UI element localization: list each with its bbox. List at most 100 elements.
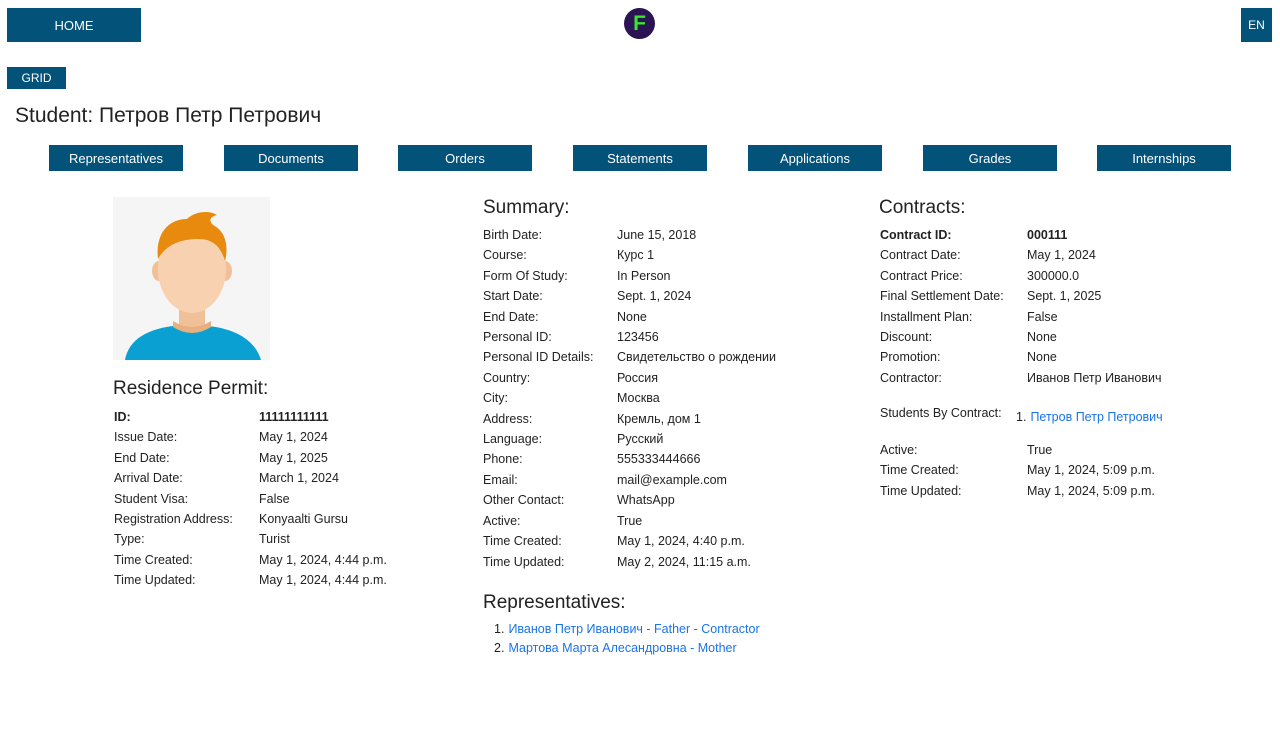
field-value: Turist	[259, 532, 290, 547]
field-label: Time Created:	[114, 552, 193, 567]
contracts-title: Contracts:	[879, 197, 966, 218]
field-label: Time Created:	[483, 534, 562, 549]
home-button[interactable]: HOME	[7, 8, 141, 42]
field-label: Contract Price:	[880, 268, 963, 283]
field-label: Birth Date:	[483, 228, 543, 242]
field-value: May 1, 2024, 4:44 p.m.	[259, 552, 387, 567]
list-number: 1.	[494, 622, 505, 636]
field-value: False	[1027, 309, 1058, 324]
field-value: 300000.0	[1027, 268, 1080, 283]
summary-title: Summary:	[483, 197, 570, 218]
representative-link[interactable]: Иванов Петр Иванович - Father - Contract…	[508, 622, 759, 636]
field-value: Москва	[617, 391, 660, 406]
field-label: Student Visa:	[114, 491, 189, 506]
field-label: Type:	[114, 532, 145, 547]
field-label: Address:	[483, 411, 533, 426]
email-link[interactable]: mail@example.com	[617, 470, 727, 490]
summary-row: Course: Курс 1	[483, 245, 776, 265]
representatives-list: 1. Иванов Петр Иванович - Father - Contra…	[494, 620, 760, 658]
field-value: None	[1027, 330, 1057, 345]
tab-statements[interactable]: Statements	[573, 145, 707, 171]
field-label: Other Contact:	[483, 493, 565, 508]
tab-representatives[interactable]: Representatives	[49, 145, 183, 171]
tab-internships[interactable]: Internships	[1097, 145, 1231, 171]
field-label: Discount:	[880, 330, 933, 345]
field-label: Start Date:	[483, 289, 543, 304]
field-value: May 1, 2024	[1027, 248, 1096, 263]
students-by-contract: Students By Contract: 1. Петров Петр Петр…	[880, 406, 1163, 424]
tab-grades[interactable]: Grades	[923, 145, 1057, 171]
field-label: Active:	[880, 443, 918, 457]
page-title: Student: Петров Петр Петрович	[15, 104, 322, 127]
residence-row: Time Created: May 1, 2024, 4:44 p.m.	[114, 550, 387, 570]
summary-row: Personal ID Details: Свидетельство о рожд…	[483, 347, 776, 367]
tab-documents[interactable]: Documents	[224, 145, 358, 171]
students-by-contract-label: Students By Contract:	[880, 406, 1002, 420]
summary-table: Birth Date: June 15, 2018 Course: Курс 1 F…	[483, 225, 776, 572]
course-link[interactable]: Курс 1	[617, 245, 654, 265]
field-label: Contractor:	[880, 370, 942, 385]
grid-button[interactable]: GRID	[7, 67, 66, 89]
summary-row: Phone: 555333444666	[483, 449, 776, 469]
field-value: Sept. 1, 2024	[617, 289, 692, 304]
field-value: Sept. 1, 2025	[1027, 289, 1102, 304]
field-label: Active:	[483, 513, 521, 528]
representative-link[interactable]: Мартова Марта Алесандровна - Mother	[508, 641, 736, 655]
field-label: Contract Date:	[880, 248, 961, 263]
student-link[interactable]: Петров Петр Петрович	[1030, 410, 1162, 424]
contract-row: Contract Date: May 1, 2024	[880, 245, 1162, 265]
field-label: Arrival Date:	[114, 471, 183, 486]
summary-row: Start Date: Sept. 1, 2024	[483, 286, 776, 306]
contract-row: Final Settlement Date: Sept. 1, 2025	[880, 286, 1162, 306]
contract-row: Discount: None	[880, 327, 1162, 347]
contractor-link[interactable]: Иванов Петр Иванович	[1027, 368, 1162, 388]
contract-row: Time Created: May 1, 2024, 5:09 p.m.	[880, 460, 1155, 480]
summary-row: Form Of Study: In Person	[483, 266, 776, 286]
summary-row: Address: Кремль, дом 1	[483, 409, 776, 429]
summary-row: Other Contact: WhatsApp	[483, 490, 776, 510]
contract-id-label-link[interactable]: Contract ID:	[880, 225, 1027, 245]
summary-row: Time Created: May 1, 2024, 4:40 p.m.	[483, 531, 776, 551]
language-button[interactable]: EN	[1241, 8, 1272, 42]
field-label: Installment Plan:	[880, 309, 973, 324]
field-value: None	[1027, 350, 1057, 365]
field-value: WhatsApp	[617, 493, 675, 508]
residence-row: Arrival Date: March 1, 2024	[114, 468, 387, 488]
field-value: None	[617, 309, 647, 324]
field-value: May 1, 2024	[259, 430, 328, 445]
tab-orders[interactable]: Orders	[398, 145, 532, 171]
field-label: Personal ID:	[483, 330, 552, 345]
field-value: March 1, 2024	[259, 471, 339, 486]
field-label: Final Settlement Date:	[880, 289, 1004, 304]
field-label: Phone:	[483, 452, 523, 467]
summary-row: Birth Date: June 15, 2018	[483, 225, 776, 245]
residence-row: End Date: May 1, 2025	[114, 448, 387, 468]
list-item: 1. Петров Петр Петрович	[1016, 410, 1163, 424]
residence-permit-table: ID: 11111111111 Issue Date: May 1, 2024 En…	[114, 407, 387, 591]
field-label: ID:	[114, 410, 131, 424]
field-label: Personal ID Details:	[483, 350, 594, 365]
contract-row: Contractor: Иванов Петр Иванович	[880, 368, 1162, 388]
list-number: 1.	[1016, 410, 1027, 424]
field-label: City:	[483, 391, 508, 406]
field-label: Email:	[483, 472, 518, 487]
residence-row: Student Visa: False	[114, 489, 387, 509]
logo-icon[interactable]: F	[624, 8, 655, 39]
field-value: True	[617, 513, 643, 528]
field-value: False	[259, 491, 290, 506]
field-value: Россия	[617, 370, 658, 385]
contract-id-link[interactable]: 000111	[1027, 225, 1067, 245]
contract-row: Promotion: None	[880, 347, 1162, 367]
field-value: May 1, 2024, 5:09 p.m.	[1027, 483, 1155, 498]
logo-letter: F	[633, 12, 646, 35]
field-value: True	[1027, 443, 1053, 457]
field-value: 11111111111	[259, 410, 329, 424]
field-label: Time Updated:	[114, 573, 196, 588]
summary-row: End Date: None	[483, 307, 776, 327]
summary-row: Language: Русский	[483, 429, 776, 449]
tab-applications[interactable]: Applications	[748, 145, 882, 171]
field-label: Language:	[483, 432, 543, 447]
field-value: Русский	[617, 432, 664, 447]
summary-row: Email: mail@example.com	[483, 470, 776, 490]
field-value: May 1, 2025	[259, 450, 328, 465]
